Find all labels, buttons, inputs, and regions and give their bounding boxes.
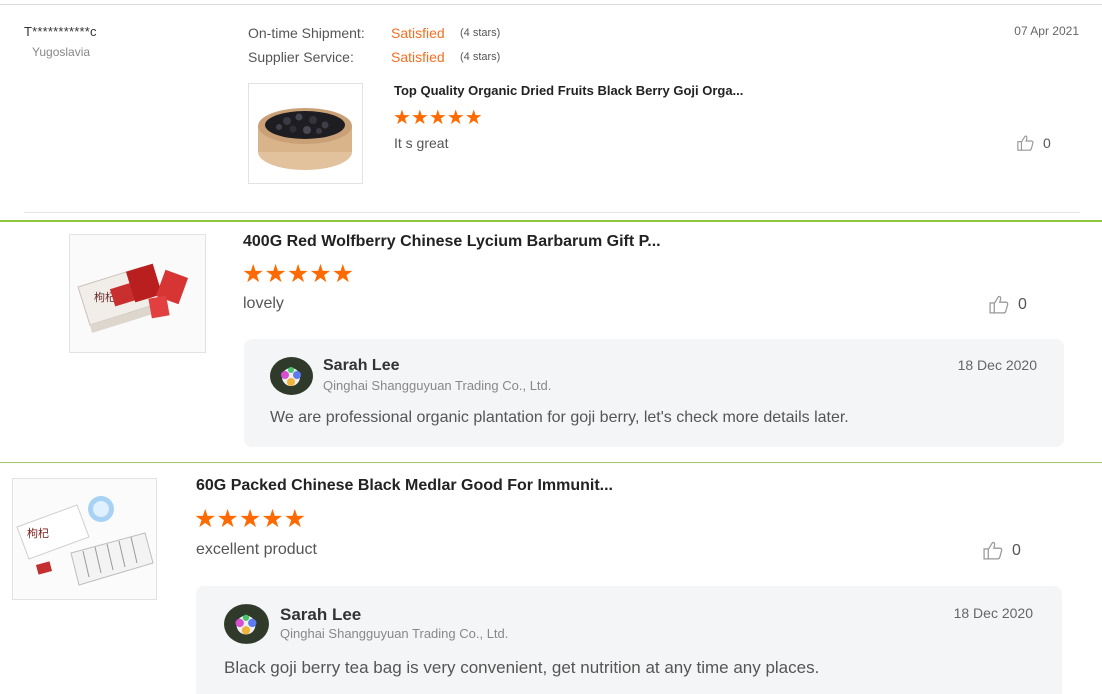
reviewer-name: T***********c [24,24,97,39]
supplier-company: Qinghai Shangguyuan Trading Co., Ltd. [280,626,509,641]
supplier-name: Sarah Lee [280,605,362,624]
rating-stars: ★★★★★ [194,505,307,533]
bowl-image [258,108,352,170]
like-button[interactable]: 0 [1016,134,1051,152]
rating-stars: ★★★★★ [393,107,483,129]
thumbs-up-icon [982,540,1004,561]
product-title-link[interactable]: 60G Packed Chinese Black Medlar Good For… [196,477,613,495]
reply-text: We are professional organic plantation f… [270,409,849,426]
product-title-link[interactable]: Top Quality Organic Dried Fruits Black B… [394,83,743,98]
thumbs-up-icon [1016,134,1035,152]
section-divider [0,462,1102,463]
like-button[interactable]: 0 [988,294,1027,315]
review-date: 07 Apr 2021 [1014,24,1079,38]
supplier-company: Qinghai Shangguyuan Trading Co., Ltd. [323,378,552,393]
metric-note-service: (4 stars) [460,51,501,63]
product-thumbnail-black-medlar[interactable]: 枸杞 [12,478,157,600]
like-button[interactable]: 0 [982,540,1021,561]
rating-stars: ★★★★★ [242,260,355,288]
like-count: 0 [1043,135,1051,151]
reply-date: 18 Dec 2020 [953,605,1033,621]
metric-value-shipment: Satisfied [391,25,445,41]
thumbs-up-icon [988,294,1010,315]
metric-label-service: Supplier Service: [248,49,354,65]
product-title-link[interactable]: 400G Red Wolfberry Chinese Lycium Barbar… [243,233,661,251]
product-thumbnail-wolfberry-gift[interactable]: 枸杞 [69,234,206,353]
product-thumbnail-goji-bowl[interactable] [248,83,363,184]
supplier-avatar [270,357,313,395]
supplier-reply: Sarah Lee Qinghai Shangguyuan Trading Co… [196,586,1062,694]
review-comment: It s great [394,135,449,151]
svg-text:枸杞: 枸杞 [27,526,49,540]
metric-note-shipment: (4 stars) [460,27,501,39]
metric-label-shipment: On-time Shipment: [248,25,365,41]
gift-box-image: 枸杞 [70,235,205,352]
supplier-reply: Sarah Lee Qinghai Shangguyuan Trading Co… [244,339,1064,447]
section-divider [0,220,1102,222]
reply-text: Black goji berry tea bag is very conveni… [224,658,820,677]
metric-value-service: Satisfied [391,49,445,65]
supplier-avatar [224,604,269,644]
supplier-name: Sarah Lee [323,357,400,374]
review-comment: lovely [243,295,284,312]
top-divider [0,4,1102,5]
tea-box-image: 枸杞 [13,479,156,599]
divider [24,212,1080,213]
like-count: 0 [1018,295,1027,313]
like-count: 0 [1012,541,1021,559]
reviewer-country: Yugoslavia [32,45,91,59]
review-comment: excellent product [196,541,317,558]
reply-date: 18 Dec 2020 [957,357,1037,373]
